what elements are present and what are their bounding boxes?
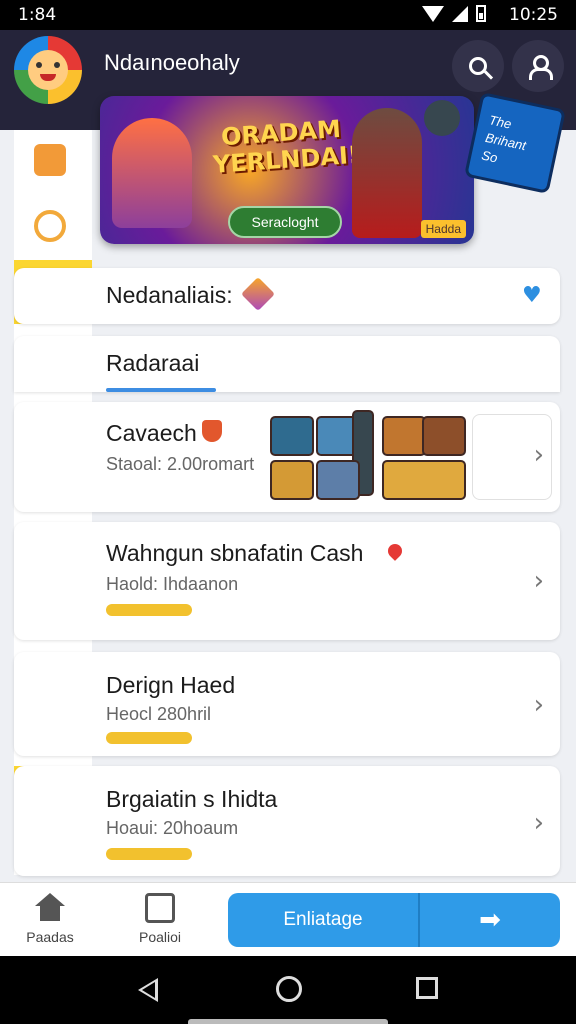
search-button[interactable] xyxy=(452,40,504,92)
chevron-right-icon[interactable]: › xyxy=(534,808,544,838)
thumbnail-image[interactable] xyxy=(422,416,466,456)
status-time-right: 10:25 xyxy=(509,5,558,25)
primary-action-button[interactable]: Enliatage ➡ xyxy=(228,893,560,947)
banner-characters-image xyxy=(112,118,192,228)
chevron-right-icon[interactable]: › xyxy=(534,690,544,720)
row-subtitle: Staoal: 2.00romart xyxy=(106,454,255,474)
thumbnail-image[interactable] xyxy=(382,460,466,500)
banner-cta-button[interactable]: Seracloght xyxy=(228,206,342,238)
thumbnail-image[interactable] xyxy=(270,460,314,500)
row-subtitle: Hoaui: 20hoaum xyxy=(106,818,239,838)
nav-item-label: Poalioi xyxy=(138,929,182,945)
tab-underline xyxy=(106,388,216,392)
progress-bar xyxy=(106,732,192,744)
banner-hero-image xyxy=(352,108,422,238)
avatar-face-icon xyxy=(28,50,68,90)
progress-bar xyxy=(106,604,192,616)
cta-label: Enliatage xyxy=(283,909,363,930)
app-title: Ndaınoeohaly xyxy=(104,50,240,75)
promo-banner[interactable]: ORADAM YERLNDAI! Seracloght Hadda xyxy=(100,96,474,244)
arrow-right-icon[interactable]: ➡ xyxy=(420,905,560,935)
search-icon xyxy=(469,57,487,75)
chevron-right-icon[interactable]: › xyxy=(534,566,544,596)
list-item[interactable]: Cavaech Staoal: 2.00romart › xyxy=(14,402,560,512)
thumbnail-image[interactable] xyxy=(382,416,426,456)
gem-icon xyxy=(241,277,275,311)
clipboard-icon xyxy=(145,893,175,923)
nav-item-home[interactable]: Paadas xyxy=(10,893,90,945)
recents-icon[interactable] xyxy=(416,977,438,999)
account-button[interactable] xyxy=(512,40,564,92)
list-item[interactable]: Wahngun sbnafatin Cash Haold: Ihdaanon › xyxy=(14,522,560,640)
row-title: Brgaiatin s Ihidta xyxy=(106,786,278,812)
thumbnail-image[interactable] xyxy=(270,416,314,456)
progress-bar xyxy=(106,848,192,860)
system-nav-bar xyxy=(0,956,576,1024)
thumbnail-grid xyxy=(270,410,466,500)
home-circle-icon[interactable] xyxy=(276,976,302,1002)
bottom-nav: Paadas Poalioi Enliatage ➡ xyxy=(0,882,576,956)
user-icon xyxy=(528,55,553,80)
status-bar: 1:84 10:25 xyxy=(0,0,576,30)
chevron-right-icon[interactable]: › xyxy=(534,440,544,470)
row-title: Nedanaliais: xyxy=(106,282,233,308)
rail-badge-icon[interactable] xyxy=(34,210,66,242)
thumbnail-image[interactable] xyxy=(316,460,360,500)
banner-tag: Hadda xyxy=(420,220,466,238)
status-icons xyxy=(422,5,486,22)
pin-icon xyxy=(385,541,405,561)
list-item[interactable]: Brgaiatin s Ihidta Hoaui: 20hoaum › xyxy=(14,766,560,876)
list-item[interactable]: Radaraai xyxy=(14,336,560,392)
row-title: Derign Haed xyxy=(106,672,236,698)
battery-icon xyxy=(476,5,486,22)
side-promo-card[interactable]: The Brihant So xyxy=(463,91,567,195)
gesture-bar xyxy=(188,1019,388,1024)
home-icon xyxy=(35,893,65,923)
list-item[interactable]: Derign Haed Heocl 280hril › xyxy=(14,652,560,756)
wifi-icon xyxy=(422,5,444,22)
rail-clipboard-icon[interactable] xyxy=(34,144,66,176)
row-title: Cavaech xyxy=(106,420,197,446)
row-subtitle: Heocl 280hril xyxy=(106,704,212,724)
list-item[interactable]: Nedanaliais: ♥ xyxy=(14,268,560,324)
nav-item-tasks[interactable]: Poalioi xyxy=(120,893,200,945)
row-title: Radaraai xyxy=(106,350,200,376)
back-icon[interactable] xyxy=(138,978,158,1002)
banner-creature-image xyxy=(424,100,460,136)
banner-title: ORADAM YERLNDAI! xyxy=(212,114,360,179)
row-subtitle: Haold: Ihdaanon xyxy=(106,574,239,594)
status-time-left: 1:84 xyxy=(18,5,57,25)
signal-icon xyxy=(452,5,468,22)
shield-icon xyxy=(202,420,222,442)
nav-item-label: Paadas xyxy=(26,929,74,945)
avatar[interactable] xyxy=(14,36,82,104)
row-title: Wahngun sbnafatin Cash xyxy=(106,540,364,566)
favorite-icon[interactable]: ♥ xyxy=(522,285,544,307)
